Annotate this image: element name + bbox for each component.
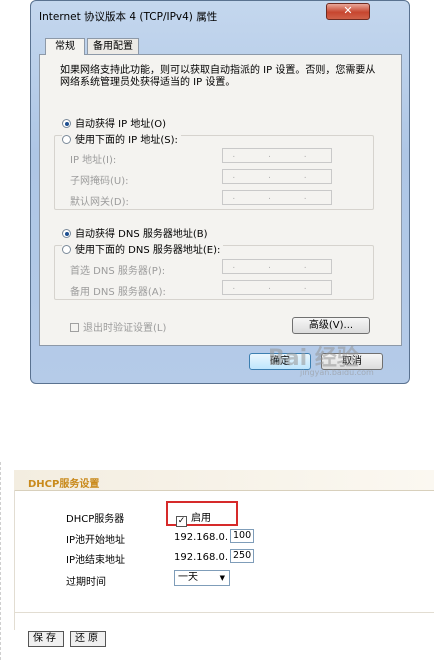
reset-button[interactable]: 还原	[70, 631, 106, 647]
tab-alternate-label: 备用配置	[93, 41, 133, 52]
description-text: 如果网络支持此功能，则可以获取自动指派的 IP 设置。否则，您需要从网络系统管理…	[60, 65, 376, 88]
use-following-ip-radio[interactable]: 使用下面的 IP 地址(S):	[62, 131, 181, 146]
tab-alternate-configuration[interactable]: 备用配置	[87, 38, 139, 54]
close-icon: ✕	[343, 4, 353, 17]
dialog-title: Internet 协议版本 4 (TCP/IPv4) 属性	[39, 11, 218, 23]
default-gateway-label: 默认网关(D):	[70, 197, 129, 208]
save-button[interactable]: 保存	[28, 631, 64, 647]
use-following-dns-radio[interactable]: 使用下面的 DNS 服务器地址(E):	[62, 241, 224, 256]
alternate-dns-field[interactable]: . . .	[222, 280, 332, 295]
pool-start-label: IP池开始地址	[66, 535, 125, 546]
lease-time-label: 过期时间	[66, 577, 106, 588]
ip-address-field[interactable]: . . .	[222, 148, 332, 163]
ip-address-label: IP 地址(I):	[70, 155, 117, 166]
general-tab-panel: 如果网络支持此功能，则可以获取自动指派的 IP 设置。否则，您需要从网络系统管理…	[39, 54, 402, 346]
advanced-button[interactable]: 高级(V)...	[292, 317, 370, 334]
footer-separator	[14, 612, 434, 613]
subnet-mask-label: 子网掩码(U):	[70, 176, 129, 187]
pool-end-prefix: 192.168.0.	[174, 552, 229, 563]
default-gateway-field[interactable]: . . .	[222, 190, 332, 205]
ipv4-properties-dialog: Internet 协议版本 4 (TCP/IPv4) 属性 ✕ 常规 备用配置 …	[30, 0, 410, 384]
pool-start-input[interactable]: 100	[230, 529, 254, 543]
close-button[interactable]: ✕	[326, 3, 370, 20]
pool-end-label: IP池结束地址	[66, 555, 125, 566]
validate-on-exit-label: 退出时验证设置(L)	[83, 323, 167, 334]
section-header: DHCP服务设置	[14, 470, 434, 491]
obtain-ip-auto-radio[interactable]: 自动获得 IP 地址(O)	[62, 115, 166, 130]
dhcp-server-label: DHCP服务器	[66, 514, 125, 525]
alternate-dns-label: 备用 DNS 服务器(A):	[70, 287, 166, 298]
baidu-watermark-url: jingyan.baidu.com	[300, 368, 374, 377]
section-title: DHCP服务设置	[28, 479, 100, 490]
obtain-ip-auto-label: 自动获得 IP 地址(O)	[75, 119, 167, 130]
radio-indicator	[62, 245, 71, 254]
radio-indicator	[62, 229, 71, 238]
subnet-mask-field[interactable]: . . .	[222, 169, 332, 184]
lease-time-select[interactable]: 一天 ▼	[174, 570, 230, 586]
preferred-dns-field[interactable]: . . .	[222, 259, 332, 274]
radio-indicator	[62, 135, 71, 144]
preferred-dns-label: 首选 DNS 服务器(P):	[70, 266, 166, 277]
checkbox-indicator: ✓	[176, 516, 187, 527]
validate-on-exit-checkbox[interactable]: 退出时验证设置(L)	[70, 319, 166, 334]
checkbox-indicator	[70, 323, 79, 332]
use-following-ip-label: 使用下面的 IP 地址(S):	[75, 135, 178, 146]
radio-indicator	[62, 119, 71, 128]
pool-end-input[interactable]: 250	[230, 549, 254, 563]
dhcp-enable-label: 启用	[191, 513, 211, 524]
tab-general[interactable]: 常规	[45, 38, 85, 55]
obtain-dns-auto-label: 自动获得 DNS 服务器地址(B)	[75, 229, 208, 240]
dhcp-enable-checkbox[interactable]: ✓ 启用	[176, 509, 211, 527]
panel-left-border	[0, 462, 7, 660]
pool-start-prefix: 192.168.0.	[174, 532, 229, 543]
use-following-dns-label: 使用下面的 DNS 服务器地址(E):	[75, 245, 221, 256]
router-dhcp-panel: DHCP服务设置 DHCP服务器 ✓ 启用 IP池开始地址 192.168.0. …	[0, 462, 434, 660]
dropdown-arrow-icon: ▼	[219, 574, 225, 582]
lease-time-value: 一天	[178, 572, 198, 583]
obtain-dns-auto-radio[interactable]: 自动获得 DNS 服务器地址(B)	[62, 225, 208, 240]
tab-general-label: 常规	[55, 41, 75, 52]
